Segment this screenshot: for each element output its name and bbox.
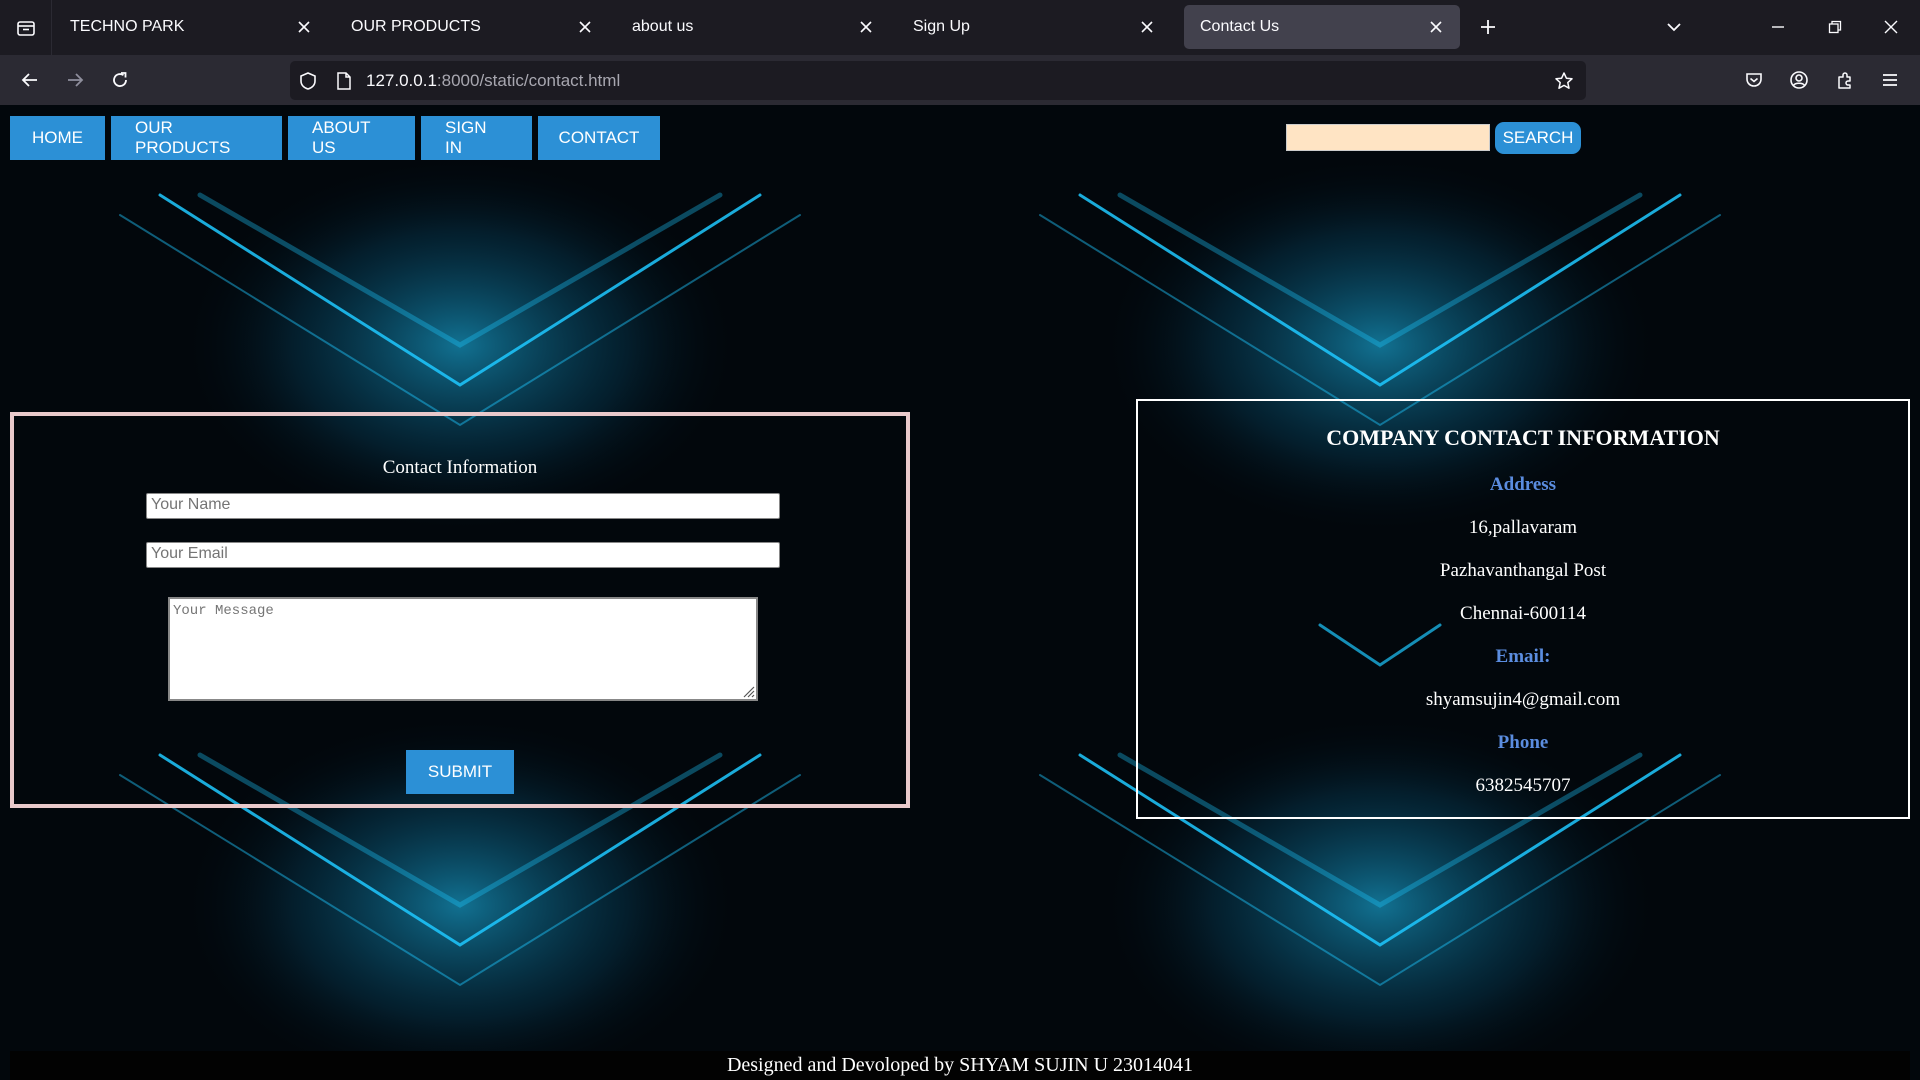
url-bar[interactable]: 127.0.0.1:8000/static/contact.html [290,61,1586,100]
close-icon[interactable] [575,17,595,37]
nav-our-products-button[interactable]: OUR PRODUCTS [111,116,282,160]
email-heading: Email: [1495,646,1551,667]
new-tab-icon [1481,20,1495,34]
menu-button[interactable] [1872,62,1908,98]
close-icon[interactable] [1137,17,1157,37]
phone-value: 6382545707 [1475,775,1571,796]
window-close-icon [1884,20,1898,34]
phone-heading: Phone [1497,732,1549,753]
address-line-2: Pazhavanthangal Post [1439,560,1607,581]
contact-form: Contact Information Your Name Your Email… [10,412,910,808]
resize-grip-icon[interactable] [741,684,755,698]
shield-icon[interactable] [296,69,320,93]
url-host: 127.0.0.1 [366,71,437,90]
account-button[interactable] [1781,62,1817,98]
email-field[interactable]: Your Email [146,542,780,568]
tab-bar: TECHNO PARK OUR PRODUCTS about us Sign U… [0,0,1920,55]
reload-icon [113,72,127,87]
reload-button[interactable] [102,62,138,98]
pocket-icon [1746,73,1762,87]
tab-label: about us [632,18,694,35]
tab-label: Contact Us [1200,18,1280,35]
tab-techno-park[interactable]: TECHNO PARK [54,5,328,49]
site-navigation: HOME OUR PRODUCTS ABOUT US SIGN IN CONTA… [10,116,660,160]
window-close-button[interactable] [1871,8,1911,46]
navigation-toolbar: 127.0.0.1:8000/static/contact.html [0,55,1920,105]
nav-home-button[interactable]: HOME [10,116,105,160]
extensions-icon [1838,72,1851,89]
restore-button[interactable] [1815,8,1855,46]
url-text: 127.0.0.1:8000/static/contact.html [366,71,620,91]
nav-contact-button[interactable]: CONTACT [538,116,660,160]
list-all-tabs-button[interactable] [1658,10,1690,44]
address-heading: Address [1489,474,1557,495]
search-input[interactable] [1286,124,1490,151]
forward-button[interactable] [57,62,93,98]
tab-label: OUR PRODUCTS [351,18,481,35]
search-button[interactable]: SEARCH [1495,122,1581,154]
close-icon[interactable] [1426,17,1446,37]
restore-icon [1828,20,1842,34]
tab-our-products[interactable]: OUR PRODUCTS [335,5,609,49]
url-path: :8000/static/contact.html [436,71,621,90]
tab-contact-us[interactable]: Contact Us [1184,5,1460,49]
tab-about-us[interactable]: about us [616,5,890,49]
tab-list-icon [16,20,35,36]
back-icon [21,73,37,87]
minimize-button[interactable] [1758,8,1798,46]
nav-sign-in-button[interactable]: SIGN IN [421,116,532,160]
extensions-button[interactable] [1827,62,1863,98]
star-icon[interactable] [1552,69,1576,93]
message-placeholder: Your Message [173,603,274,619]
company-info-title: COMPANY CONTACT INFORMATION [1326,425,1720,450]
close-icon[interactable] [294,17,314,37]
tab-list-button[interactable] [0,0,52,55]
chevron-down-icon [1667,23,1681,32]
account-icon [1790,71,1808,89]
nav-about-us-button[interactable]: ABOUT US [288,116,415,160]
minimize-icon [1772,26,1784,28]
address-line-1: 16,pallavaram [1468,517,1578,538]
back-button[interactable] [12,62,48,98]
menu-icon [1883,74,1897,86]
tab-label: TECHNO PARK [70,18,185,35]
name-field[interactable]: Your Name [146,493,780,519]
submit-button[interactable]: SUBMIT [406,750,514,794]
pocket-button[interactable] [1736,62,1772,98]
tab-label: Sign Up [913,18,970,35]
email-value: shyamsujin4@gmail.com [1425,689,1621,710]
page-icon[interactable] [332,69,356,93]
address-line-3: Chennai-600114 [1460,603,1586,624]
tab-sign-up[interactable]: Sign Up [897,5,1171,49]
footer: Designed and Devoloped by SHYAM SUJIN U … [10,1051,1910,1080]
message-field[interactable]: Your Message [168,597,758,701]
forward-icon [68,73,84,87]
form-title: Contact Information [382,457,538,478]
close-icon[interactable] [856,17,876,37]
company-contact-info: COMPANY CONTACT INFORMATION Address 16,p… [1136,399,1910,819]
page-viewport: HOME OUR PRODUCTS ABOUT US SIGN IN CONTA… [0,105,1920,1080]
new-tab-button[interactable] [1472,10,1504,44]
